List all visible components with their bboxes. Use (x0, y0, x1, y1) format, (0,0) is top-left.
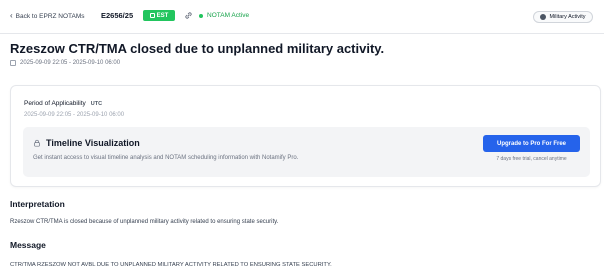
date-range-row: 2025-09-09 22:05 - 2025-09-10 06:00 (10, 60, 120, 66)
est-badge-label: EST (156, 12, 169, 19)
calendar-icon (149, 13, 155, 18)
chevron-left-icon: ‹ (10, 11, 13, 20)
timeline-title: Timeline Visualization (46, 138, 140, 148)
message-text: CTR/TMA RZESZOW NOT AVBL DUE TO UNPLANNE… (10, 262, 332, 268)
timeline-description: Get instant access to visual timeline an… (33, 155, 299, 161)
timezone-label: UTC (90, 101, 103, 107)
message-heading: Message (10, 240, 46, 250)
timeline-promo: Timeline Visualization Get instant acces… (23, 127, 590, 177)
back-link-label: Back to EPRZ NOTAMs (15, 12, 85, 20)
category-tag[interactable]: Military Activity (533, 11, 593, 23)
interpretation-text: Rzeszow CTR/TMA is closed because of unp… (10, 219, 279, 225)
trial-note: 7 days free trial, cancel anytime (496, 156, 567, 162)
status-dot-icon (199, 13, 203, 18)
link-icon[interactable] (183, 10, 194, 21)
military-icon (540, 14, 547, 20)
upgrade-button[interactable]: Upgrade to Pro For Free (483, 135, 580, 152)
est-badge: EST (143, 10, 175, 21)
status-indicator: NOTAM Active (199, 12, 249, 19)
notam-id: E2656/25 (101, 11, 134, 20)
applicability-card: Period of Applicability UTC 2025-09-09 2… (10, 85, 601, 187)
category-tag-label: Military Activity (549, 14, 586, 20)
top-bar: ‹ Back to EPRZ NOTAMs E2656/25 EST NOTAM… (0, 0, 604, 34)
calendar-icon (10, 60, 16, 66)
applicability-range: 2025-09-09 22:05 - 2025-09-10 06:00 (24, 112, 125, 118)
applicability-label: Period of Applicability (24, 100, 86, 107)
interpretation-heading: Interpretation (10, 199, 65, 209)
date-range: 2025-09-09 22:05 - 2025-09-10 06:00 (20, 60, 121, 66)
page-title: Rzeszow CTR/TMA closed due to unplanned … (10, 41, 385, 56)
status-label: NOTAM Active (207, 12, 250, 19)
timeline-header: Timeline Visualization (33, 138, 140, 148)
lock-icon (34, 139, 40, 147)
applicability-header: Period of Applicability UTC (24, 100, 102, 107)
back-link[interactable]: ‹ Back to EPRZ NOTAMs (10, 12, 85, 20)
